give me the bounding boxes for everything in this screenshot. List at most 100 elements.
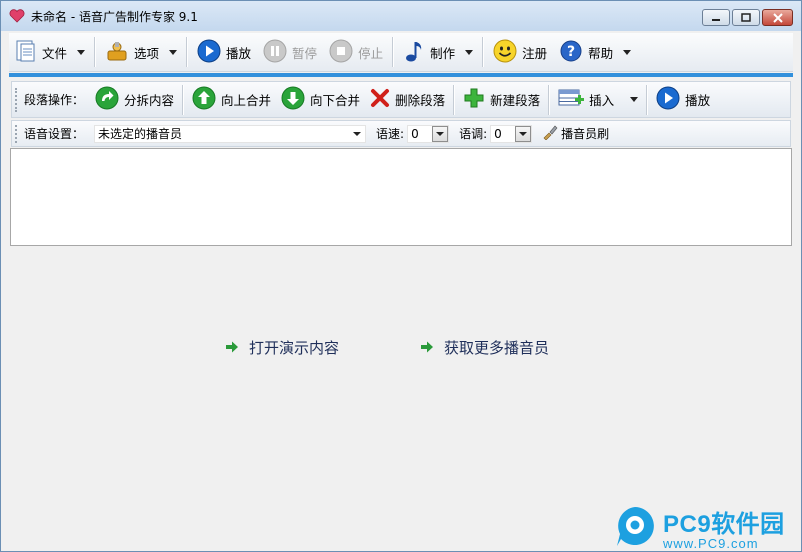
make-menu-button[interactable]: 制作 — [397, 36, 479, 68]
close-icon — [772, 12, 783, 23]
tone-label: 语调: — [459, 127, 488, 141]
watermark-title: PC9软件园 — [663, 510, 785, 538]
insert-row-icon — [558, 87, 585, 112]
stop-icon — [329, 39, 353, 66]
toolbar-separator — [482, 37, 485, 67]
merge-up-label: 向上合并 — [221, 93, 272, 108]
chevron-down-icon[interactable] — [432, 125, 449, 142]
voice-settings-bar: 语音设置： 未选定的播音员 语速: 0 语调: 0 播音员刷 — [11, 120, 791, 147]
toolbar-separator — [182, 84, 185, 115]
tone-select-value: 0 — [494, 126, 502, 141]
paragraph-play-label: 播放 — [685, 93, 711, 108]
maximize-button[interactable] — [732, 9, 760, 26]
file-menu-button[interactable]: 文件 — [9, 36, 91, 68]
stop-button[interactable]: 停止 — [323, 36, 389, 68]
arrow-down-icon — [281, 86, 305, 113]
options-icon — [105, 39, 129, 66]
toolbar-separator — [453, 84, 456, 115]
chevron-down-icon[interactable] — [349, 126, 365, 142]
toolbar-separator — [186, 37, 189, 67]
insert-menu-button[interactable]: 插入 — [553, 84, 643, 116]
split-label: 分拆内容 — [124, 93, 175, 108]
get-more-speakers-link[interactable]: 获取更多播音员 — [420, 337, 549, 358]
close-button[interactable] — [762, 9, 793, 26]
play-icon — [656, 86, 680, 113]
watermark: PC9软件园 www.PC9.com — [613, 501, 801, 551]
minimize-button[interactable] — [702, 9, 730, 26]
options-menu-button[interactable]: 选项 — [99, 36, 183, 68]
toolbar-separator — [646, 84, 649, 115]
toolbar-separator — [94, 37, 97, 67]
chevron-down-icon[interactable] — [623, 49, 632, 55]
heart-icon — [9, 8, 25, 24]
toolbar-separator — [392, 37, 395, 67]
chevron-down-icon[interactable] — [77, 49, 86, 55]
speaker-select[interactable]: 未选定的播音员 — [94, 124, 367, 143]
watermark-text: PC9软件园 www.PC9.com — [663, 504, 785, 551]
svg-text:?: ? — [567, 44, 575, 60]
maximize-icon — [741, 13, 751, 22]
arrow-up-icon — [192, 86, 216, 113]
get-more-label: 获取更多播音员 — [444, 339, 550, 357]
help-label: 帮助 — [588, 45, 614, 61]
pause-icon — [263, 39, 287, 66]
accent-divider — [9, 73, 793, 77]
voice-settings-label: 语音设置： — [24, 127, 85, 141]
play-label: 播放 — [226, 45, 252, 61]
open-demo-link[interactable]: 打开演示内容 — [225, 337, 339, 358]
brush-icon — [542, 124, 558, 143]
stop-label: 停止 — [358, 45, 384, 61]
content-textarea[interactable] — [10, 148, 792, 246]
pause-label: 暂停 — [292, 45, 318, 61]
open-demo-label: 打开演示内容 — [249, 339, 340, 357]
register-button[interactable]: 注册 — [487, 36, 553, 68]
paragraph-label: 段落操作： — [24, 93, 85, 107]
app-window: 未命名 - 语音广告制作专家 9.1 文件 选项 播放 暂停 停止 制作 注册 … — [0, 0, 802, 552]
new-paragraph-button[interactable]: 新建段落 — [458, 84, 545, 116]
delete-x-icon — [370, 88, 390, 111]
watermark-logo-icon — [613, 504, 657, 551]
speed-select-value: 0 — [411, 126, 419, 141]
speed-label: 语速: — [376, 127, 405, 141]
main-toolbar: 文件 选项 播放 暂停 停止 制作 注册 ? 帮助 — [9, 33, 793, 72]
insert-label: 插入 — [589, 93, 615, 108]
options-label: 选项 — [134, 45, 160, 61]
toolbar-grip[interactable] — [15, 87, 20, 112]
split-content-button[interactable]: 分拆内容 — [90, 84, 179, 116]
title-bar: 未命名 - 语音广告制作专家 9.1 — [1, 1, 801, 31]
new-paragraph-label: 新建段落 — [490, 93, 541, 108]
window-title: 未命名 - 语音广告制作专家 9.1 — [31, 9, 198, 24]
chevron-down-icon[interactable] — [169, 49, 178, 55]
plus-icon — [463, 87, 485, 112]
split-icon — [95, 86, 119, 113]
document-icon — [15, 39, 37, 66]
file-label: 文件 — [42, 45, 68, 61]
merge-down-button[interactable]: 向下合并 — [276, 84, 365, 116]
merge-up-button[interactable]: 向上合并 — [187, 84, 276, 116]
window-controls — [700, 9, 793, 26]
paragraph-toolbar: 段落操作： 分拆内容 向上合并 向下合并 删除段落 新建段落 插入 播放 — [11, 81, 791, 118]
speaker-select-value: 未选定的播音员 — [98, 127, 183, 141]
register-label: 注册 — [522, 45, 548, 61]
chevron-down-icon[interactable] — [515, 125, 532, 142]
green-arrow-icon — [225, 339, 239, 357]
music-note-icon — [403, 39, 425, 66]
toolbar-grip[interactable] — [15, 124, 20, 143]
play-button[interactable]: 播放 — [191, 36, 257, 68]
minimize-icon — [712, 18, 720, 21]
chevron-down-icon[interactable] — [465, 49, 474, 55]
help-menu-button[interactable]: ? 帮助 — [553, 36, 637, 68]
green-arrow-icon — [420, 339, 434, 357]
chevron-down-icon[interactable] — [630, 97, 639, 102]
play-icon — [197, 39, 221, 66]
help-icon: ? — [559, 39, 583, 66]
toolbar-separator — [548, 84, 551, 115]
tone-select[interactable]: 0 — [490, 124, 533, 143]
merge-down-label: 向下合并 — [310, 93, 361, 108]
speaker-brush-label: 播音员刷 — [561, 127, 610, 141]
delete-paragraph-button[interactable]: 删除段落 — [365, 84, 450, 116]
paragraph-play-button[interactable]: 播放 — [651, 84, 715, 116]
speed-select[interactable]: 0 — [407, 124, 450, 143]
speaker-brush-button[interactable]: 播音员刷 — [532, 123, 609, 145]
pause-button[interactable]: 暂停 — [257, 36, 323, 68]
